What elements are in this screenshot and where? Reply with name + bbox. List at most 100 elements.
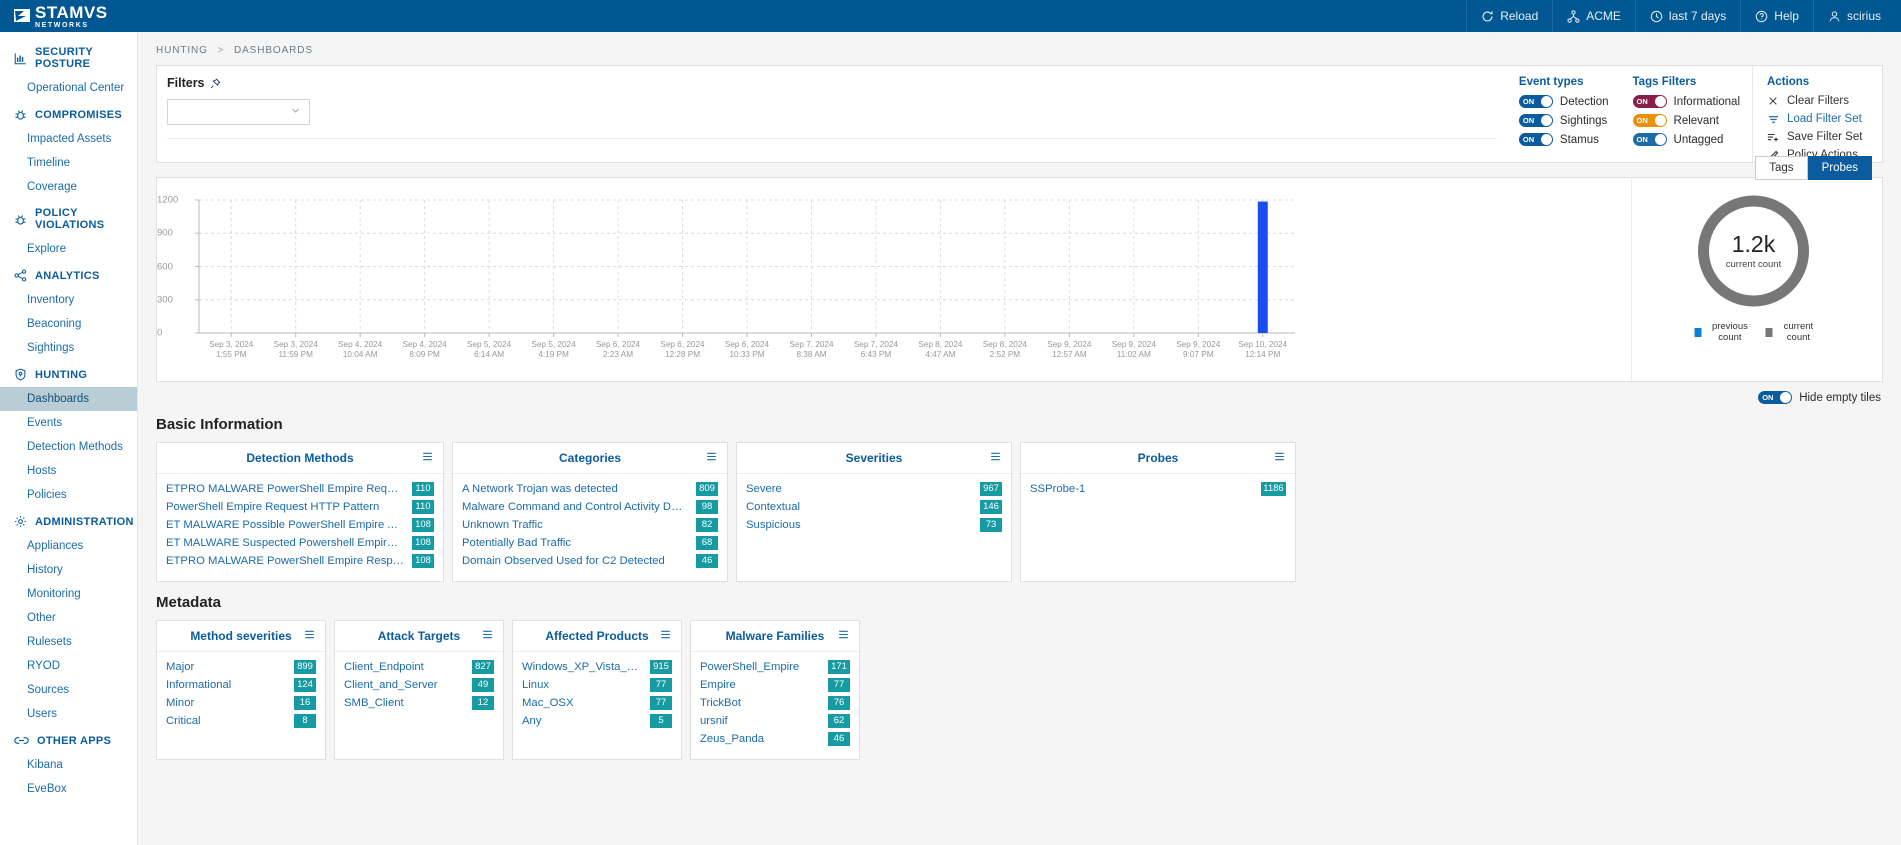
hamburger-icon[interactable] bbox=[706, 449, 717, 467]
toggle-informational[interactable]: ON bbox=[1632, 95, 1667, 108]
toggle-knob bbox=[1654, 96, 1666, 107]
sidebar-item-inventory[interactable]: Inventory bbox=[0, 288, 137, 312]
sidebar-group-compromises[interactable]: COMPROMISES bbox=[0, 100, 137, 127]
brand-logo[interactable]: STAMVS NETWORKS bbox=[0, 4, 150, 29]
filter-select[interactable] bbox=[167, 99, 310, 125]
sidebar-item-rulesets[interactable]: Rulesets bbox=[0, 630, 137, 654]
list-item-label[interactable]: SMB_Client bbox=[344, 697, 464, 709]
filters-title: Filters bbox=[167, 76, 1495, 90]
list-item-label[interactable]: ET MALWARE Suspected Powershell Empire G… bbox=[166, 537, 404, 549]
hide-empty-tiles-toggle[interactable]: ON bbox=[1758, 391, 1793, 404]
list-item-label[interactable]: Minor bbox=[166, 697, 286, 709]
list-item-label[interactable]: SSProbe-1 bbox=[1030, 483, 1253, 495]
toggle-detection[interactable]: ON bbox=[1518, 95, 1553, 108]
toggle-untagged[interactable]: ON bbox=[1632, 133, 1667, 146]
list-item-label[interactable]: A Network Trojan was detected bbox=[462, 483, 688, 495]
hamburger-icon[interactable] bbox=[838, 627, 849, 645]
tab-probes[interactable]: Probes bbox=[1807, 156, 1872, 180]
sidebar-item-beaconing[interactable]: Beaconing bbox=[0, 312, 137, 336]
sidebar-item-history[interactable]: History bbox=[0, 558, 137, 582]
list-item-label[interactable]: Contextual bbox=[746, 501, 972, 513]
sidebar-group-security-posture[interactable]: SECURITY POSTURE bbox=[0, 38, 137, 76]
sidebar-item-timeline[interactable]: Timeline bbox=[0, 151, 137, 175]
list-item-label[interactable]: ETPRO MALWARE PowerShell Empire Request … bbox=[166, 483, 404, 495]
list-item-label[interactable]: Mac_OSX bbox=[522, 697, 642, 709]
reload-button[interactable]: Reload bbox=[1466, 0, 1552, 32]
list-item-label[interactable]: Malware Command and Control Activity Det… bbox=[462, 501, 688, 513]
breadcrumb-parent[interactable]: HUNTING bbox=[156, 45, 208, 56]
list-item-label[interactable]: ETPRO MALWARE PowerShell Empire Response… bbox=[166, 555, 404, 567]
list-item-label[interactable]: Severe bbox=[746, 483, 972, 495]
sidebar-item-sightings[interactable]: Sightings bbox=[0, 336, 137, 360]
sidebar-item-operational-center[interactable]: Operational Center bbox=[0, 76, 137, 100]
hamburger-icon[interactable] bbox=[1274, 449, 1285, 467]
sidebar-item-coverage[interactable]: Coverage bbox=[0, 175, 137, 199]
list-item-label[interactable]: Major bbox=[166, 661, 286, 673]
hamburger-icon[interactable] bbox=[304, 627, 315, 645]
hamburger-icon[interactable] bbox=[422, 449, 433, 467]
sidebar-item-dashboards[interactable]: Dashboards bbox=[0, 387, 137, 411]
list-item-label[interactable]: Suspicious bbox=[746, 519, 972, 531]
time-range-button[interactable]: last 7 days bbox=[1634, 0, 1740, 32]
hamburger-icon[interactable] bbox=[482, 627, 493, 645]
list-item-label[interactable]: Unknown Traffic bbox=[462, 519, 688, 531]
list-item-label[interactable]: ET MALWARE Possible PowerShell Empire Ac… bbox=[166, 519, 404, 531]
list-item-label[interactable]: ursnif bbox=[700, 715, 820, 727]
sidebar-item-sources[interactable]: Sources bbox=[0, 678, 137, 702]
list-item-count-badge: 46 bbox=[696, 554, 718, 568]
sidebar-item-policies[interactable]: Policies bbox=[0, 483, 137, 507]
list-item-label[interactable]: Client_and_Server bbox=[344, 679, 464, 691]
sidebar-item-events[interactable]: Events bbox=[0, 411, 137, 435]
list-item-label[interactable]: Informational bbox=[166, 679, 286, 691]
sidebar-item-evebox[interactable]: EveBox bbox=[0, 777, 137, 801]
sidebar-item-explore[interactable]: Explore bbox=[0, 237, 137, 261]
sidebar-group-policy-violations[interactable]: POLICY VIOLATIONS bbox=[0, 199, 137, 237]
list-item-label[interactable]: Any bbox=[522, 715, 642, 727]
card-row: Method severities Major 899 Informational 12… bbox=[156, 620, 1901, 760]
user-menu-button[interactable]: scirius bbox=[1812, 0, 1901, 32]
x-axis-tick-date: Sep 4, 2024 bbox=[338, 340, 383, 349]
sidebar-item-hosts[interactable]: Hosts bbox=[0, 459, 137, 483]
action-load-filter-set[interactable]: Load Filter Set bbox=[1767, 113, 1872, 125]
sidebar-item-other[interactable]: Other bbox=[0, 606, 137, 630]
tab-tags[interactable]: Tags bbox=[1755, 156, 1808, 180]
hamburger-icon[interactable] bbox=[660, 627, 671, 645]
list-item-label[interactable]: Empire bbox=[700, 679, 820, 691]
list-item-label[interactable]: Potentially Bad Traffic bbox=[462, 537, 688, 549]
action-save-filter-set[interactable]: Save Filter Set bbox=[1767, 131, 1872, 143]
sidebar-group-analytics[interactable]: ANALYTICS bbox=[0, 261, 137, 288]
list-item-label[interactable]: PowerShell Empire Request HTTP Pattern bbox=[166, 501, 404, 513]
list-item-label[interactable]: Windows_XP_Vista_7_8_1… bbox=[522, 661, 642, 673]
sidebar-group-administration[interactable]: ADMINISTRATION bbox=[0, 507, 137, 534]
list-item-label[interactable]: Zeus_Panda bbox=[700, 733, 820, 745]
toggle-sightings[interactable]: ON bbox=[1518, 114, 1553, 127]
list-item-label[interactable]: Linux bbox=[522, 679, 642, 691]
sidebar-item-users[interactable]: Users bbox=[0, 702, 137, 726]
list-item-label[interactable]: TrickBot bbox=[700, 697, 820, 709]
toggle-relevant[interactable]: ON bbox=[1632, 114, 1667, 127]
sidebar-item-detection-methods[interactable]: Detection Methods bbox=[0, 435, 137, 459]
legend-item-previous[interactable]: previous count bbox=[1694, 321, 1754, 343]
toggle-stamus[interactable]: ON bbox=[1518, 133, 1553, 146]
hamburger-icon[interactable] bbox=[990, 449, 1001, 467]
sidebar-item-impacted-assets[interactable]: Impacted Assets bbox=[0, 127, 137, 151]
pin-icon[interactable] bbox=[210, 78, 221, 89]
sidebar-item-kibana[interactable]: Kibana bbox=[0, 753, 137, 777]
list-item-label[interactable]: Critical bbox=[166, 715, 286, 727]
list-item-label[interactable]: PowerShell_Empire bbox=[700, 661, 820, 673]
action-clear-filters[interactable]: Clear Filters bbox=[1767, 95, 1872, 107]
x-axis-tick-time: 10:33 PM bbox=[729, 350, 765, 359]
organization-button[interactable]: ACME bbox=[1552, 0, 1635, 32]
sidebar-group-other-apps[interactable]: OTHER APPS bbox=[0, 726, 137, 753]
filter-save-icon bbox=[1767, 132, 1779, 143]
toggle-row-sightings: ON Sightings bbox=[1518, 114, 1609, 127]
sidebar-item-appliances[interactable]: Appliances bbox=[0, 534, 137, 558]
sidebar-group-hunting[interactable]: HUNTING bbox=[0, 360, 137, 387]
legend-item-current[interactable]: current count bbox=[1765, 321, 1819, 343]
sidebar-item-monitoring[interactable]: Monitoring bbox=[0, 582, 137, 606]
help-button[interactable]: Help bbox=[1740, 0, 1813, 32]
list-item-label[interactable]: Client_Endpoint bbox=[344, 661, 464, 673]
timeline-bar-chart[interactable]: 1200 900 600 300 0 Sep 3, 2024 1:55 PM Sep 3, 2… bbox=[157, 178, 1632, 381]
list-item-label[interactable]: Domain Observed Used for C2 Detected bbox=[462, 555, 688, 567]
sidebar-item-ryod[interactable]: RYOD bbox=[0, 654, 137, 678]
